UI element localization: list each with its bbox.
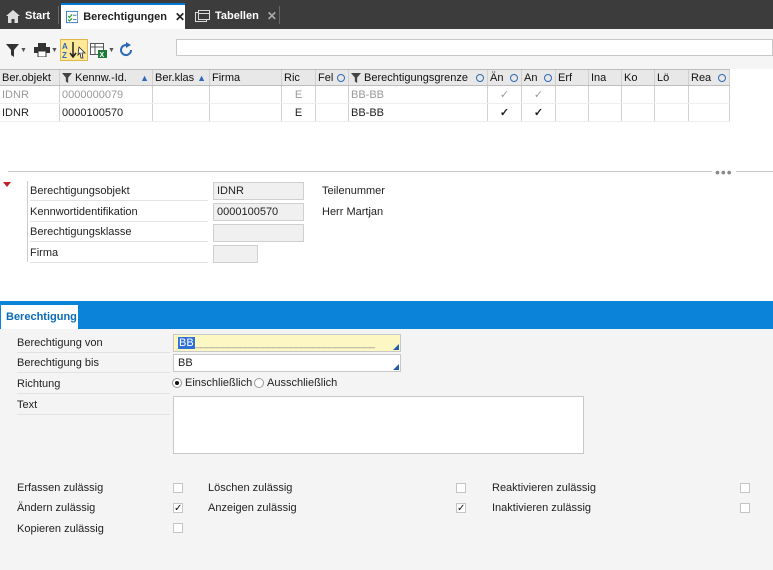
corner-indicator-icon xyxy=(393,364,399,370)
label-firma: Firma xyxy=(30,243,208,263)
tab-start-label: Start xyxy=(25,10,51,22)
radio-ausschliesslich[interactable]: Ausschließlich xyxy=(254,376,337,390)
label-richtung: Richtung xyxy=(17,374,170,394)
label-berechtigungsobjekt: Berechtigungsobjekt xyxy=(30,181,208,201)
col-aendern[interactable]: Än xyxy=(488,70,522,85)
tables-icon xyxy=(195,10,210,22)
home-icon xyxy=(6,9,20,23)
radio-selected-icon xyxy=(172,378,182,388)
checklist-icon xyxy=(66,10,79,24)
checkbox-reaktivieren[interactable] xyxy=(740,483,750,493)
checkbox-aendern[interactable]: ✓ xyxy=(173,503,183,514)
sort-asc-icon: ▲ xyxy=(197,73,206,83)
col-berechtigungsgrenze[interactable]: Berechtigungsgrenze xyxy=(349,70,488,85)
col-kennw-id[interactable]: Kennw.-Id. ▲ xyxy=(60,70,153,85)
sort-az-icon: AZ xyxy=(62,42,86,59)
circle-icon xyxy=(476,74,484,82)
print-button[interactable]: ▼ xyxy=(34,39,58,61)
export-excel-icon: X xyxy=(90,42,107,58)
col-erfassen[interactable]: Erf xyxy=(556,70,589,85)
field-firma[interactable] xyxy=(213,245,258,263)
checkbox-anzeigen[interactable]: ✓ xyxy=(456,503,466,514)
tab-tabellen[interactable]: Tabellen ✕ xyxy=(195,3,277,29)
field-berechtigungsobjekt[interactable]: IDNR xyxy=(213,182,304,200)
filter-icon xyxy=(62,72,72,83)
svg-text:X: X xyxy=(100,52,105,58)
refresh-icon xyxy=(120,42,133,57)
col-ber-objekt[interactable]: Ber.objekt xyxy=(0,70,60,85)
table-row[interactable]: IDNR 0000100570 E BB-BB ✓ ✓ xyxy=(0,104,730,122)
checkbox-erfassen[interactable] xyxy=(173,483,183,493)
col-firma[interactable]: Firma xyxy=(210,70,282,85)
circle-icon xyxy=(510,74,518,82)
label-aendern: Ändern zulässig xyxy=(17,502,96,514)
label-anzeigen: Anzeigen zulässig xyxy=(208,502,297,514)
filter-button[interactable]: ▼ xyxy=(6,39,27,61)
desc-herr-martjan: Herr Martjan xyxy=(322,206,384,218)
more-dots-icon[interactable]: ••• xyxy=(712,164,736,180)
print-icon xyxy=(34,43,50,57)
checkbox-inaktivieren[interactable] xyxy=(740,503,750,513)
label-inaktivieren: Inaktivieren zulässig xyxy=(492,502,592,514)
svg-text:A: A xyxy=(62,42,68,51)
circle-icon xyxy=(718,74,726,82)
radio-einschliesslich[interactable]: Einschließlich xyxy=(172,376,252,390)
checkbox-kopieren[interactable] xyxy=(173,523,183,533)
field-kennwortidentifikation[interactable]: 0000100570 xyxy=(213,203,304,221)
filter-icon xyxy=(351,72,361,83)
search-input[interactable] xyxy=(176,39,773,56)
tab-bar: Start Berechtigungen ✕ Tabellen ✕ xyxy=(0,0,773,29)
col-fel[interactable]: Fel xyxy=(316,70,349,85)
col-kopieren[interactable]: Ko xyxy=(622,70,655,85)
collapse-triangle-icon[interactable] xyxy=(3,182,11,187)
col-inaktivieren[interactable]: Ina xyxy=(589,70,622,85)
field-berechtigungsklasse[interactable] xyxy=(213,224,304,242)
filter-icon xyxy=(6,43,19,57)
section-bar xyxy=(0,301,773,329)
label-kennwortidentifikation: Kennwortidentifikation xyxy=(30,202,208,222)
splitter[interactable] xyxy=(8,171,773,172)
toolbar: ▼ ▼ AZ X ▼ xyxy=(0,29,773,69)
radio-empty-icon xyxy=(254,378,264,388)
tab-berechtigungen-label: Berechtigungen xyxy=(83,11,167,23)
col-anzeigen[interactable]: An xyxy=(522,70,556,85)
data-grid: Ber.objekt Kennw.-Id. ▲ Ber.klas ▲ Firma R… xyxy=(0,69,730,122)
circle-icon xyxy=(337,74,345,82)
label-erfassen: Erfassen zulässig xyxy=(17,482,104,494)
tab-tabellen-label: Tabellen xyxy=(215,10,259,22)
svg-text:Z: Z xyxy=(62,51,67,59)
berechtigung-von-input[interactable]: BB ________________________________ xyxy=(173,334,401,352)
selected-text: BB xyxy=(178,337,195,349)
table-row[interactable]: IDNR 0000000079 E BB-BB ✓ ✓ xyxy=(0,86,730,104)
close-icon[interactable]: ✕ xyxy=(267,9,277,23)
col-loeschen[interactable]: Lö xyxy=(655,70,689,85)
tab-berechtigungen[interactable]: Berechtigungen ✕ xyxy=(61,3,185,29)
sort-asc-icon: ▲ xyxy=(140,73,149,83)
checkbox-loeschen[interactable] xyxy=(456,483,466,493)
tab-start[interactable]: Start xyxy=(6,3,50,29)
label-loeschen: Löschen zulässig xyxy=(208,482,293,494)
grid-header: Ber.objekt Kennw.-Id. ▲ Ber.klas ▲ Firma R… xyxy=(0,69,730,86)
sort-button[interactable]: AZ xyxy=(60,39,88,61)
label-berechtigung-von: Berechtigung von xyxy=(17,333,170,353)
col-ric[interactable]: Ric xyxy=(282,70,316,85)
refresh-button[interactable] xyxy=(118,39,134,61)
berechtigung-bis-input[interactable]: BB xyxy=(173,354,401,372)
text-area[interactable] xyxy=(173,396,584,454)
label-kopieren: Kopieren zulässig xyxy=(17,523,104,535)
label-berechtigung-bis: Berechtigung bis xyxy=(17,353,170,373)
label-berechtigungsklasse: Berechtigungsklasse xyxy=(30,222,208,242)
label-reaktivieren: Reaktivieren zulässig xyxy=(492,482,596,494)
circle-icon xyxy=(544,74,552,82)
corner-indicator-icon xyxy=(393,344,399,350)
close-icon[interactable]: ✕ xyxy=(175,10,185,24)
col-ber-klas[interactable]: Ber.klas ▲ xyxy=(153,70,210,85)
desc-teilenummer: Teilenummer xyxy=(322,185,385,197)
export-button[interactable]: X ▼ xyxy=(90,39,115,61)
input-mask: ________________________________ xyxy=(194,337,375,349)
tab-berechtigung[interactable]: Berechtigung xyxy=(1,305,78,329)
col-reaktivieren[interactable]: Rea xyxy=(689,70,730,85)
label-text: Text xyxy=(17,395,170,415)
